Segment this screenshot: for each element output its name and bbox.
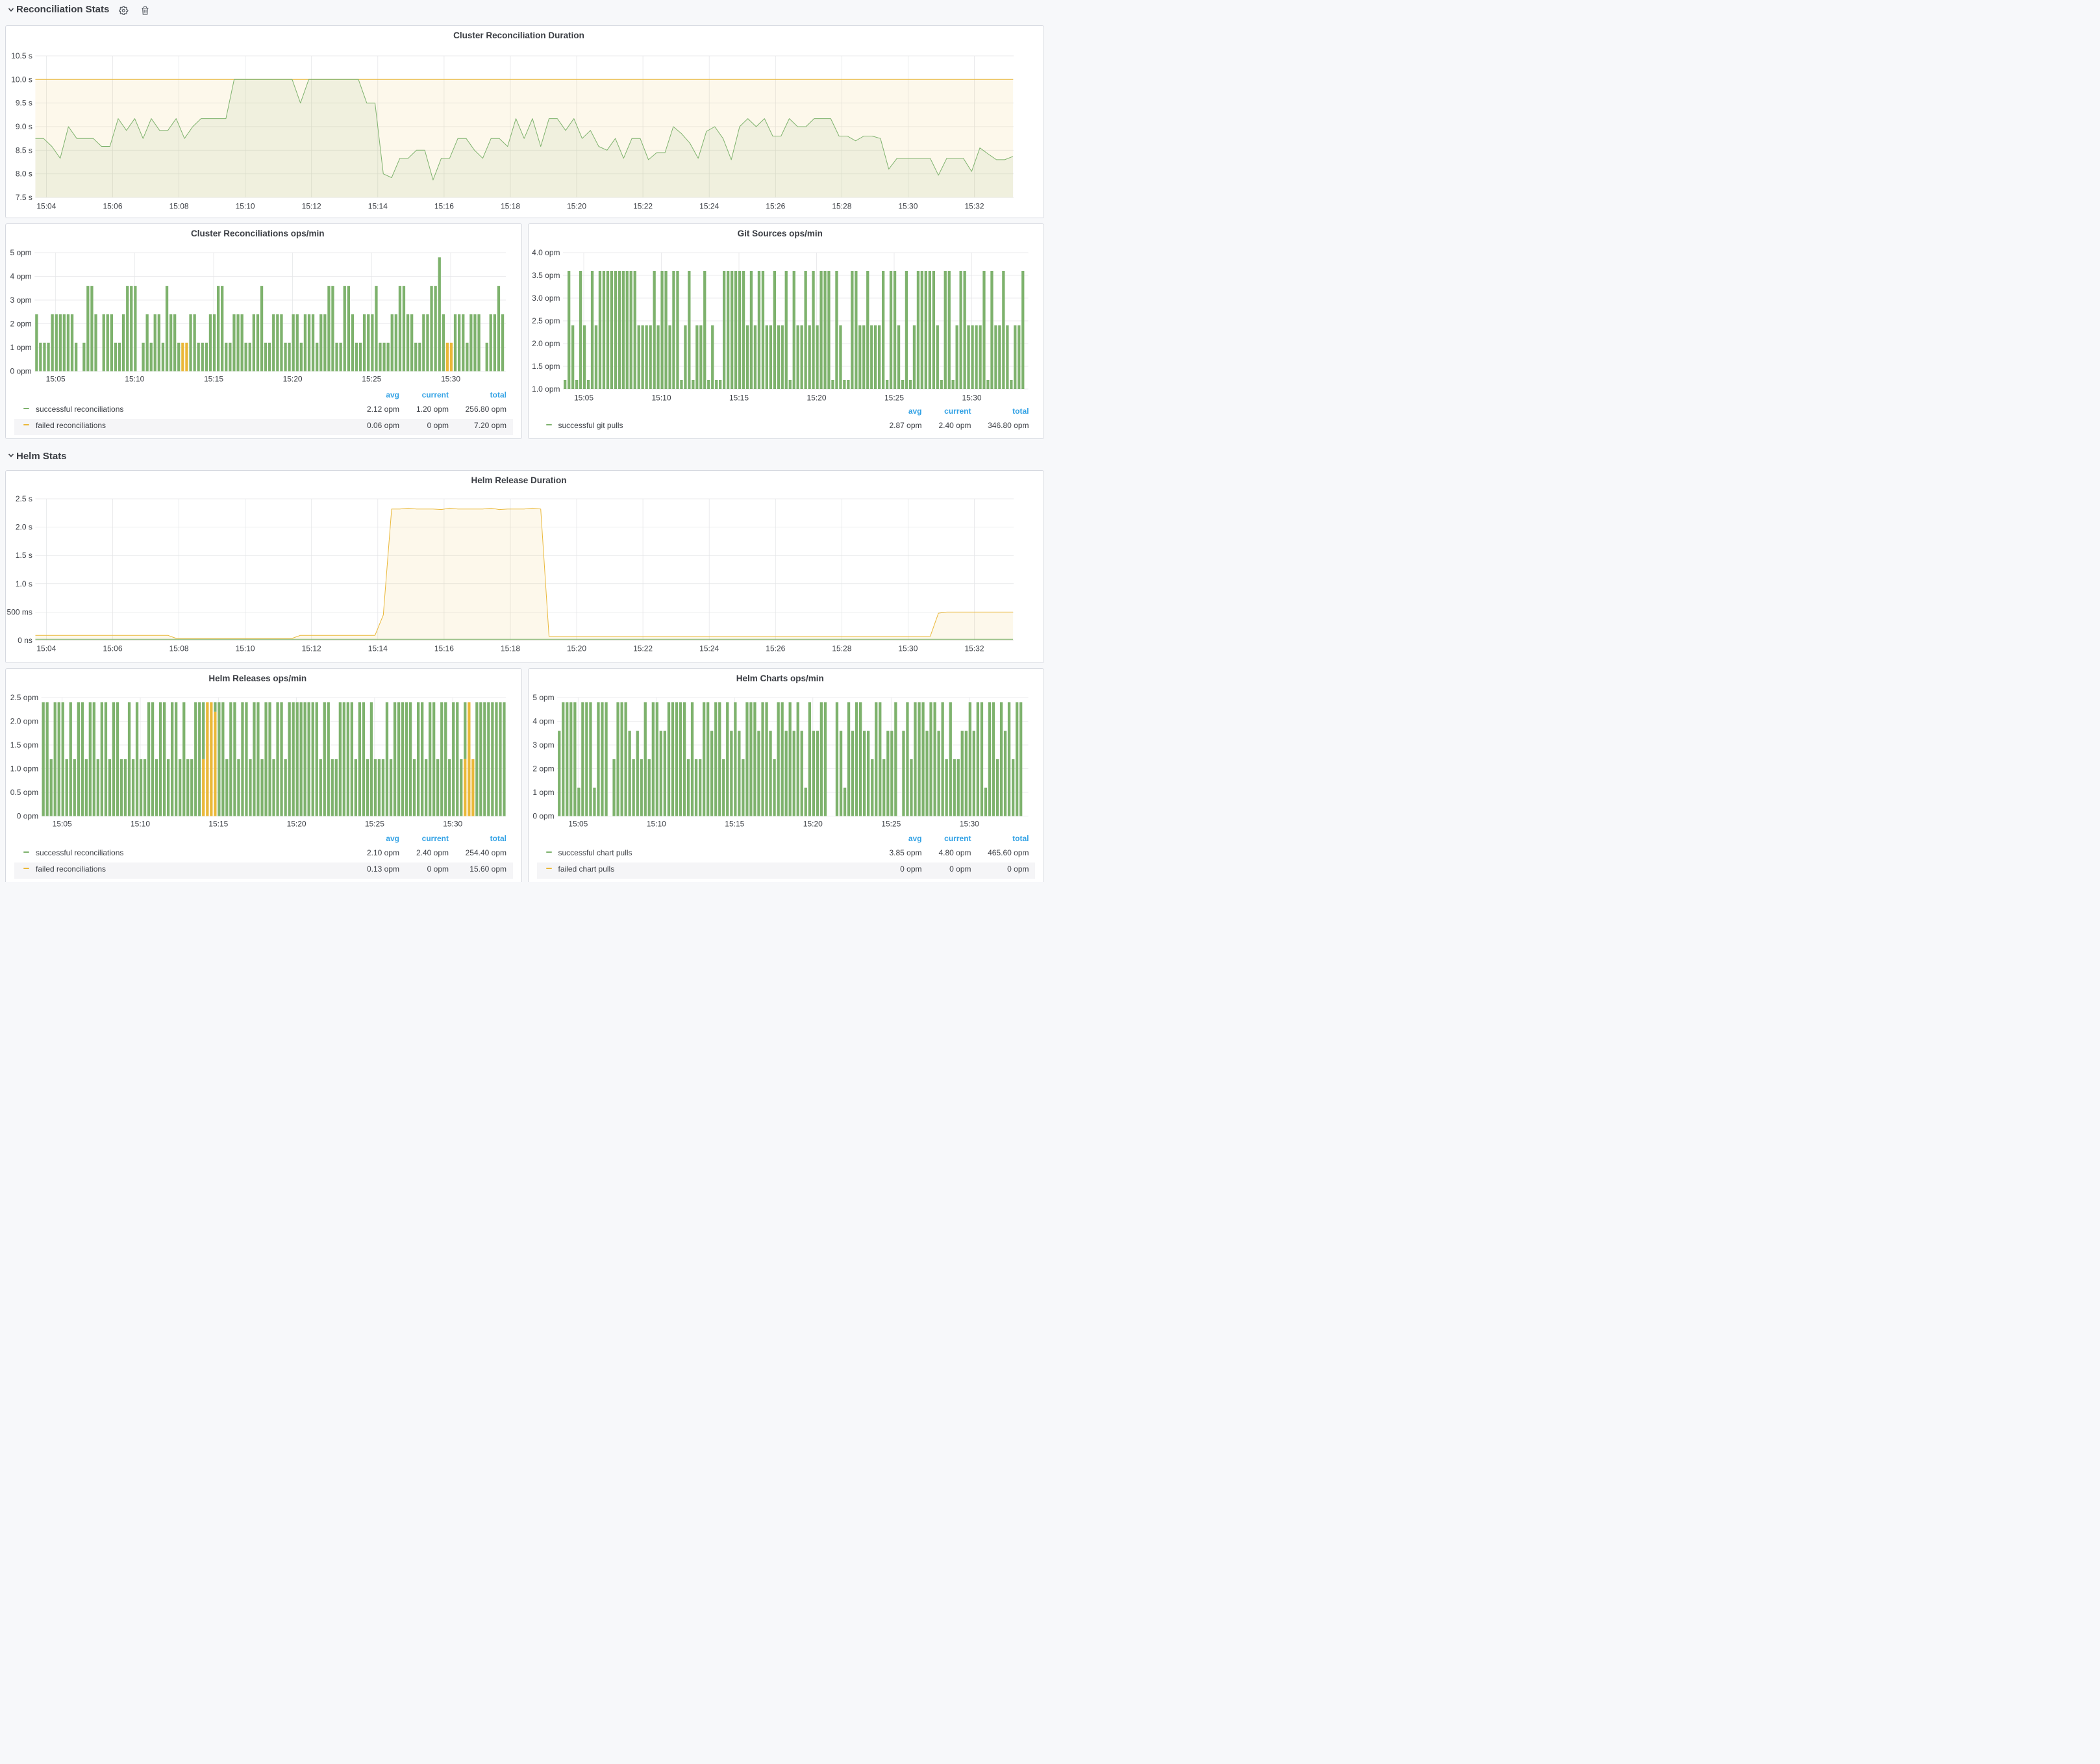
svg-text:15:24: 15:24 — [699, 644, 719, 653]
svg-text:2.5 s: 2.5 s — [16, 494, 32, 503]
svg-text:15:08: 15:08 — [169, 644, 189, 653]
svg-text:15:10: 15:10 — [236, 644, 255, 653]
svg-text:15:05: 15:05 — [574, 394, 594, 403]
svg-text:15:16: 15:16 — [434, 644, 454, 653]
svg-text:3.0 opm: 3.0 opm — [532, 294, 560, 303]
svg-text:15:20: 15:20 — [567, 202, 586, 211]
svg-text:9.5 s: 9.5 s — [16, 99, 32, 108]
svg-text:4 opm: 4 opm — [532, 717, 554, 726]
svg-text:15:20: 15:20 — [806, 394, 826, 403]
svg-text:15:16: 15:16 — [434, 202, 454, 211]
svg-text:15:14: 15:14 — [368, 202, 388, 211]
svg-text:15:32: 15:32 — [964, 644, 984, 653]
svg-text:4.0 opm: 4.0 opm — [532, 248, 560, 257]
svg-text:15:30: 15:30 — [898, 644, 918, 653]
svg-text:15:24: 15:24 — [699, 202, 719, 211]
svg-text:15:22: 15:22 — [633, 644, 653, 653]
svg-text:15:10: 15:10 — [236, 202, 255, 211]
svg-text:10.0 s: 10.0 s — [11, 75, 32, 84]
svg-text:15:25: 15:25 — [881, 820, 901, 829]
svg-text:0 opm: 0 opm — [532, 812, 554, 821]
svg-text:8.0 s: 8.0 s — [16, 170, 32, 179]
svg-text:15:12: 15:12 — [302, 644, 321, 653]
svg-text:15:26: 15:26 — [766, 644, 785, 653]
svg-text:15:18: 15:18 — [501, 202, 520, 211]
svg-text:15:32: 15:32 — [964, 202, 984, 211]
svg-text:1.0 s: 1.0 s — [16, 579, 32, 588]
svg-text:15:12: 15:12 — [302, 202, 321, 211]
svg-text:2.5 opm: 2.5 opm — [532, 316, 560, 325]
svg-text:15:20: 15:20 — [803, 820, 823, 829]
svg-text:7.5 s: 7.5 s — [16, 193, 32, 202]
svg-text:1.0 opm: 1.0 opm — [532, 384, 560, 394]
svg-text:3 opm: 3 opm — [532, 740, 554, 750]
svg-text:15:04: 15:04 — [36, 202, 56, 211]
svg-text:15:25: 15:25 — [884, 394, 904, 403]
svg-text:15:22: 15:22 — [633, 202, 653, 211]
svg-text:8.5 s: 8.5 s — [16, 145, 32, 155]
svg-text:15:10: 15:10 — [647, 820, 666, 829]
svg-text:15:06: 15:06 — [103, 644, 122, 653]
svg-text:15:18: 15:18 — [501, 644, 520, 653]
svg-text:1.5 s: 1.5 s — [16, 551, 32, 560]
svg-text:2.0 opm: 2.0 opm — [532, 339, 560, 348]
svg-text:2 opm: 2 opm — [532, 764, 554, 774]
svg-text:15:04: 15:04 — [36, 644, 56, 653]
svg-text:15:30: 15:30 — [960, 820, 979, 829]
svg-text:15:14: 15:14 — [368, 644, 388, 653]
svg-text:15:20: 15:20 — [567, 644, 586, 653]
svg-text:3.5 opm: 3.5 opm — [532, 271, 560, 280]
svg-text:15:28: 15:28 — [832, 644, 851, 653]
svg-text:9.0 s: 9.0 s — [16, 122, 32, 131]
svg-text:15:28: 15:28 — [832, 202, 851, 211]
svg-text:1 opm: 1 opm — [532, 788, 554, 797]
svg-text:500 ms: 500 ms — [7, 607, 32, 616]
svg-text:15:06: 15:06 — [103, 202, 122, 211]
svg-text:15:15: 15:15 — [729, 394, 749, 403]
svg-text:15:26: 15:26 — [766, 202, 785, 211]
svg-text:2.0 s: 2.0 s — [16, 523, 32, 532]
svg-text:5 opm: 5 opm — [532, 693, 554, 702]
svg-text:15:30: 15:30 — [962, 394, 981, 403]
svg-text:15:30: 15:30 — [898, 202, 918, 211]
svg-text:15:05: 15:05 — [568, 820, 588, 829]
svg-text:0 ns: 0 ns — [18, 636, 32, 645]
svg-text:15:10: 15:10 — [651, 394, 671, 403]
svg-text:15:15: 15:15 — [725, 820, 744, 829]
svg-text:1.5 opm: 1.5 opm — [532, 362, 560, 371]
svg-text:10.5 s: 10.5 s — [11, 51, 32, 60]
svg-text:15:08: 15:08 — [169, 202, 189, 211]
